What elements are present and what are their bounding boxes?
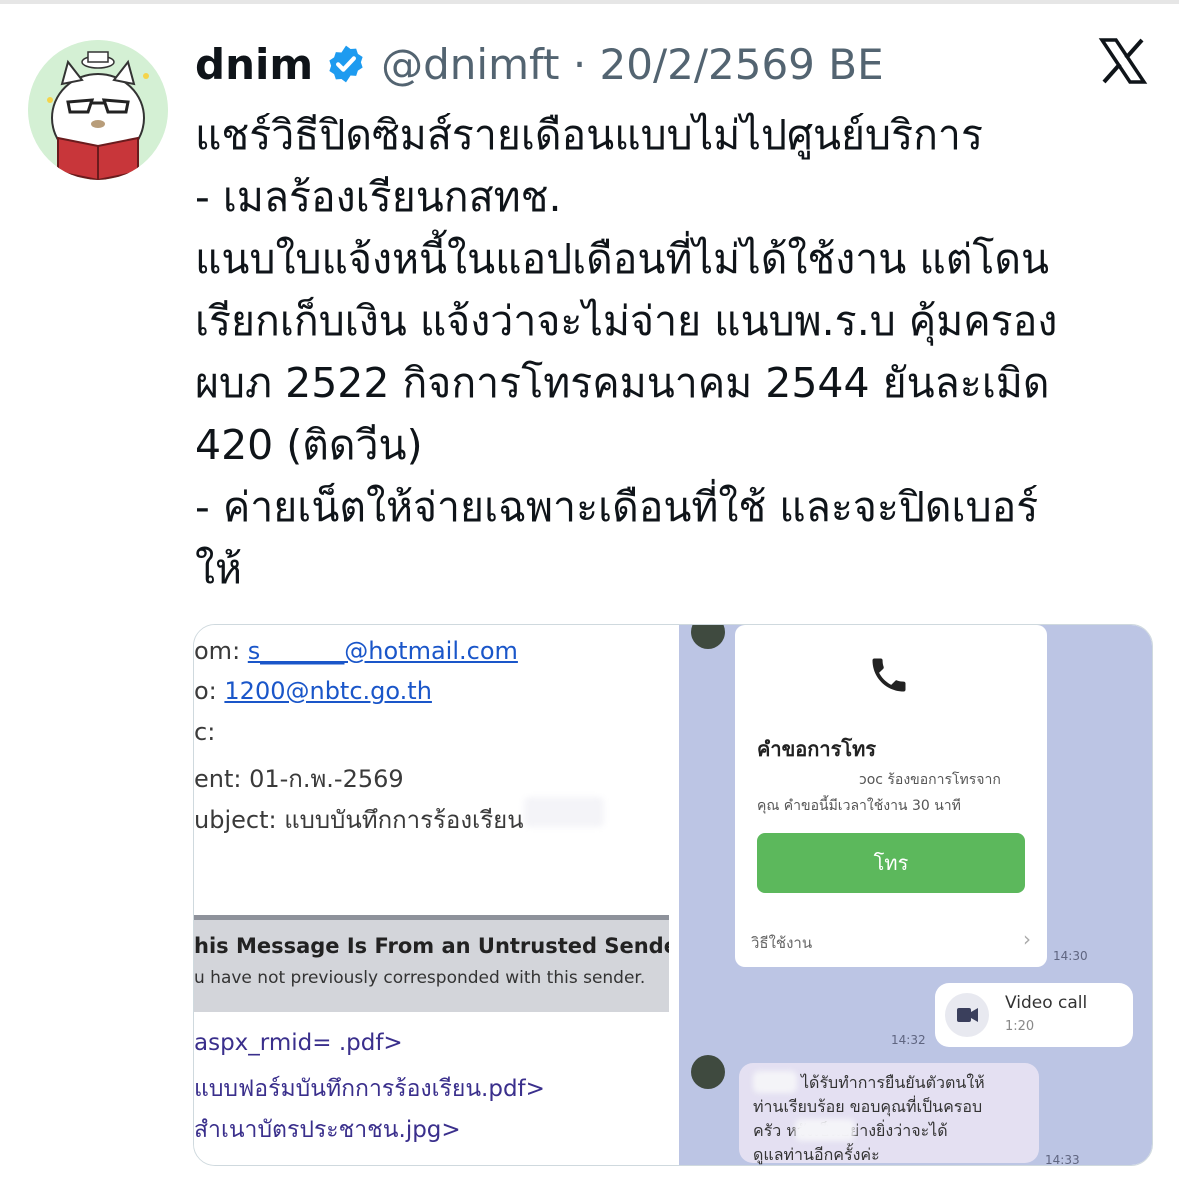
moon-avatar-icon bbox=[691, 625, 725, 649]
x-logo-icon[interactable] bbox=[1098, 36, 1148, 86]
call-button[interactable]: โทร bbox=[757, 833, 1025, 893]
email-to: o: 1200@nbtc.go.th bbox=[194, 677, 432, 705]
phone-icon bbox=[872, 658, 906, 692]
message-line: ได้รับทำการยืนยันตัวตนให้ bbox=[801, 1073, 985, 1092]
tweet-line: เรียกเก็บเงิน แจ้งว่าจะไม่จ่าย แนบพ.ร.บ … bbox=[195, 297, 1058, 345]
how-to-link[interactable]: วิธีใช้งาน bbox=[751, 931, 812, 955]
tweet-line: - ค่ายเน็ตให้จ่ายเฉพาะเดือนที่ใช้ และจะป… bbox=[195, 483, 1039, 531]
untrusted-sender-banner: his Message Is From an Untrusted Sender … bbox=[194, 915, 669, 1012]
video-camera-icon bbox=[945, 993, 989, 1037]
call-request-title: คำขอการโทร bbox=[757, 737, 877, 761]
chevron-right-icon: › bbox=[1023, 927, 1031, 951]
warning-title: his Message Is From an Untrusted Sender bbox=[194, 934, 669, 958]
email-from: om: s_______@hotmail.com bbox=[194, 637, 518, 665]
moon-avatar-icon bbox=[691, 1055, 725, 1089]
tweet-line: - เมลร้องเรียนกสทช. bbox=[195, 173, 562, 221]
cat-reading-avatar-icon bbox=[28, 40, 168, 180]
video-call-bubble[interactable]: Video call 1:20 bbox=[935, 983, 1133, 1047]
message-line: ดูแลท่านอีกครั้งค่ะ bbox=[753, 1145, 880, 1164]
tweet-media[interactable]: om: s_______@hotmail.com o: 1200@nbtc.go… bbox=[193, 624, 1153, 1166]
call-request-from: ɔoc ร้องขอการโทรจาก bbox=[859, 772, 1001, 788]
redaction bbox=[795, 1119, 855, 1141]
email-to-address: 1200@nbtc.go.th bbox=[224, 677, 432, 705]
redaction bbox=[753, 1071, 797, 1093]
email-sent: ent: 01-ก.พ.-2569 bbox=[194, 765, 404, 793]
attachment-item: แบบฟอร์มบันทึกการร้องเรียน.pdf> bbox=[194, 1076, 545, 1102]
message-bubble: ได้รับทำการยืนยันตัวตนให้ ท่านเรียบร้อย … bbox=[739, 1063, 1039, 1164]
timestamp: 14:32 bbox=[891, 1033, 926, 1047]
video-call-duration: 1:20 bbox=[1005, 1019, 1035, 1034]
tweet-line: แชร์วิธีปิดซิมส์รายเดือนแบบไม่ไปศูนย์บริ… bbox=[195, 111, 983, 159]
avatar[interactable] bbox=[28, 40, 168, 180]
timestamp: 14:33 bbox=[1045, 1153, 1080, 1165]
email-screenshot[interactable]: om: s_______@hotmail.com o: 1200@nbtc.go… bbox=[194, 625, 669, 1165]
email-cc: c: bbox=[194, 718, 216, 746]
verified-badge-icon bbox=[329, 45, 363, 83]
redaction bbox=[524, 797, 604, 827]
timestamp: 14:30 bbox=[1053, 949, 1088, 963]
message-line: ท่านเรียบร้อย ขอบคุณที่เป็นครอบ bbox=[753, 1097, 983, 1116]
author-name[interactable]: dnim bbox=[195, 40, 313, 89]
tweet-line: แนบใบแจ้งหนี้ในแอปเดือนที่ไม่ได้ใช้งาน แ… bbox=[195, 235, 1050, 283]
email-from-address: s_______@hotmail.com bbox=[247, 637, 518, 665]
email-from-label: om: bbox=[194, 637, 248, 665]
top-divider bbox=[0, 0, 1179, 4]
attachment-item: aspx_rmid= .pdf> bbox=[194, 1030, 403, 1056]
line-chat-screenshot[interactable]: คำขอการโทร ɔoc ร้องขอการโทรจาก คุณ คำขอน… bbox=[679, 625, 1152, 1165]
call-request-card: คำขอการโทร ɔoc ร้องขอการโทรจาก คุณ คำขอน… bbox=[735, 625, 1047, 967]
attachment-item: สำเนาบัตรประชาชน.jpg> bbox=[194, 1117, 461, 1143]
tweet-line: 420 (ติดวีน) bbox=[195, 421, 423, 469]
email-subject: ubject: แบบบันทึกการร้องเรียน bbox=[194, 806, 524, 834]
warning-subtitle: u have not previously corresponded with … bbox=[194, 968, 646, 988]
tweet-line: ผบภ 2522 กิจการโทรคมนาคม 2544 ยันละเมิด bbox=[195, 359, 1050, 407]
tweet-text: แชร์วิธีปิดซิมส์รายเดือนแบบไม่ไปศูนย์บริ… bbox=[195, 104, 1155, 600]
email-to-label: o: bbox=[194, 677, 225, 705]
author-handle-date[interactable]: @dnimft · 20/2/2569 BE bbox=[381, 40, 883, 89]
call-request-expiry: คุณ คำขอนี้มีเวลาใช้งาน 30 นาที bbox=[757, 798, 961, 814]
tweet-header: dnim @dnimft · 20/2/2569 BE bbox=[195, 36, 884, 92]
video-call-title: Video call bbox=[1005, 993, 1088, 1013]
tweet-line: ให้ bbox=[195, 545, 243, 593]
